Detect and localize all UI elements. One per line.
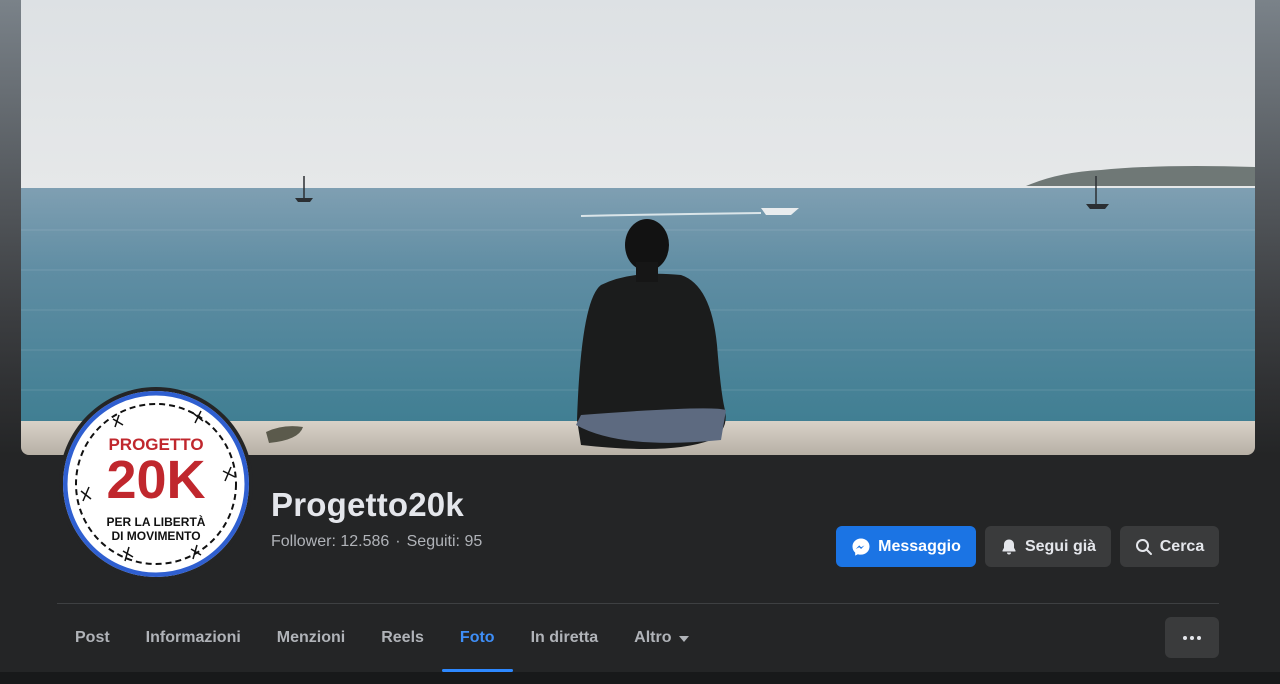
tab-in-diretta[interactable]: In diretta <box>513 604 617 672</box>
more-dot <box>1197 635 1201 640</box>
more-options-button[interactable] <box>1165 617 1219 658</box>
profile-tabs: Post Informazioni Menzioni Reels Foto In… <box>57 604 707 672</box>
search-button[interactable]: Cerca <box>1120 526 1219 567</box>
follow-button-label: Segui già <box>1024 537 1097 555</box>
tab-menzioni[interactable]: Menzioni <box>259 604 363 672</box>
tab-label: Menzioni <box>276 629 346 646</box>
more-dot <box>1190 635 1194 640</box>
tab-post[interactable]: Post <box>57 604 128 672</box>
tab-foto[interactable]: Foto <box>441 604 513 672</box>
stats-separator: · <box>395 533 401 550</box>
tab-label: In diretta <box>530 629 599 646</box>
cover-photo-image <box>21 0 1255 455</box>
tab-label: Altro <box>634 629 672 646</box>
tab-label: Reels <box>381 629 424 646</box>
tab-label: Foto <box>459 629 495 646</box>
tab-reels[interactable]: Reels <box>363 604 442 672</box>
more-dot <box>1183 635 1187 640</box>
chevron-down-icon <box>679 636 690 642</box>
page-stats: Follower: 12.586 · Seguiti: 95 <box>271 533 482 551</box>
tab-label: Post <box>75 629 110 646</box>
tab-altro[interactable]: Altro <box>616 604 707 672</box>
bell-icon <box>1000 538 1018 556</box>
message-button[interactable]: Messaggio <box>836 526 976 567</box>
followers-count[interactable]: Follower: 12.586 <box>271 533 389 550</box>
page-title: Progetto20k <box>271 486 464 523</box>
profile-avatar[interactable] <box>59 387 253 581</box>
tab-label: Informazioni <box>145 629 241 646</box>
tab-informazioni[interactable]: Informazioni <box>128 604 259 672</box>
messenger-icon <box>851 537 871 557</box>
avatar-logo <box>63 391 249 577</box>
search-icon <box>1135 538 1153 556</box>
page-bottom-edge <box>0 672 1280 684</box>
following-count[interactable]: Seguiti: 95 <box>407 533 483 550</box>
search-button-label: Cerca <box>1159 537 1205 555</box>
follow-button[interactable]: Segui già <box>985 526 1111 567</box>
cover-photo[interactable] <box>21 0 1255 455</box>
message-button-label: Messaggio <box>878 537 961 555</box>
